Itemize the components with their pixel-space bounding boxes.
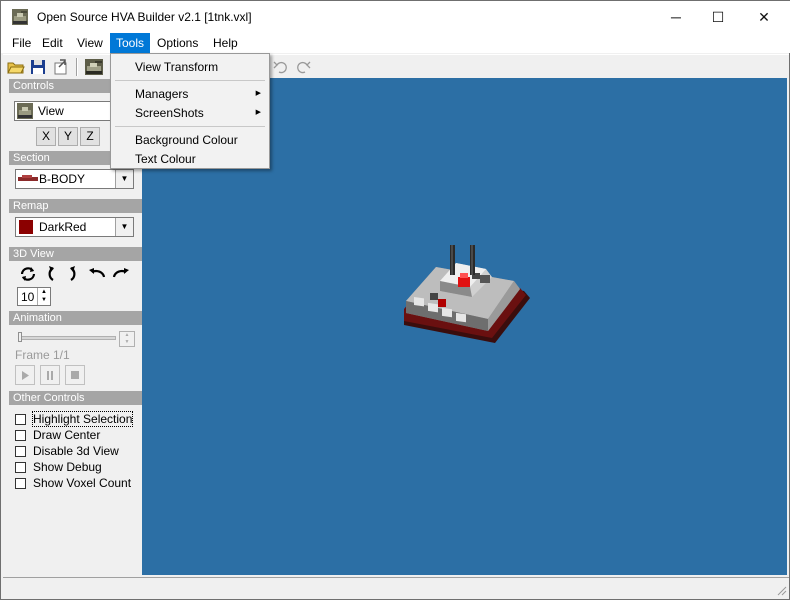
app-icon bbox=[12, 9, 28, 25]
section-value: B-BODY bbox=[39, 172, 86, 186]
show-voxel-count-label[interactable]: Show Voxel Count bbox=[33, 476, 131, 490]
tank-icon[interactable] bbox=[84, 57, 104, 77]
menu-separator bbox=[115, 80, 265, 81]
tank-model bbox=[404, 245, 530, 343]
chevron-down-icon[interactable]: ▼ bbox=[115, 170, 133, 188]
draw-center-checkbox[interactable] bbox=[15, 430, 26, 441]
other-controls-header: Other Controls bbox=[9, 391, 145, 405]
menu-options[interactable]: Options bbox=[151, 33, 204, 53]
spinner-up-icon[interactable]: ▲ bbox=[37, 288, 50, 296]
animation-slider-track[interactable] bbox=[18, 336, 116, 340]
minimize-button[interactable]: ─ bbox=[653, 1, 699, 33]
pause-icon bbox=[47, 370, 53, 380]
animation-header: Animation bbox=[9, 311, 145, 325]
pause-button[interactable] bbox=[40, 365, 60, 385]
tank-icon bbox=[17, 103, 33, 119]
rotate-left-icon[interactable] bbox=[44, 265, 58, 283]
disable-3d-view-label[interactable]: Disable 3d View bbox=[33, 444, 119, 458]
view-value: View bbox=[38, 104, 64, 118]
rotate-spin-icon[interactable] bbox=[18, 265, 38, 283]
app-window: Open Source HVA Builder v2.1 [1tnk.vxl] … bbox=[0, 0, 791, 600]
frame-spinner[interactable]: ▲ ▼ bbox=[119, 331, 135, 347]
undo-icon[interactable] bbox=[271, 57, 291, 77]
save-icon[interactable] bbox=[28, 57, 48, 77]
menu-item-view-transform[interactable]: View Transform bbox=[135, 60, 218, 74]
menu-item-text-colour[interactable]: Text Colour bbox=[135, 152, 196, 166]
3d-view-header: 3D View bbox=[9, 247, 145, 261]
spinner-down-icon[interactable]: ▼ bbox=[37, 296, 50, 305]
stop-icon bbox=[71, 371, 79, 379]
minimize-icon: ─ bbox=[671, 9, 681, 25]
tools-dropdown-menu: View Transform Managers ▶ ScreenShots ▶ … bbox=[110, 53, 270, 169]
menu-file[interactable]: File bbox=[6, 33, 37, 53]
z-axis-button[interactable]: Z bbox=[80, 127, 100, 146]
redo-icon[interactable] bbox=[293, 57, 313, 77]
tank-body-icon bbox=[18, 175, 38, 181]
rotate-up-icon[interactable] bbox=[88, 267, 106, 281]
menu-item-background-colour[interactable]: Background Colour bbox=[135, 133, 238, 147]
menu-item-screenshots[interactable]: ScreenShots bbox=[135, 106, 204, 120]
x-axis-button[interactable]: X bbox=[36, 127, 56, 146]
status-bar bbox=[3, 577, 789, 598]
menu-view[interactable]: View bbox=[71, 33, 109, 53]
rotation-step-value: 10 bbox=[21, 290, 35, 304]
menu-edit[interactable]: Edit bbox=[36, 33, 69, 53]
window-title: Open Source HVA Builder v2.1 [1tnk.vxl] bbox=[37, 10, 252, 24]
submenu-arrow-icon: ▶ bbox=[255, 109, 261, 116]
highlight-selection-label[interactable]: Highlight Selection bbox=[31, 411, 134, 427]
play-button[interactable] bbox=[15, 365, 35, 385]
close-icon: ✕ bbox=[758, 8, 770, 25]
toolbar-separator bbox=[76, 58, 78, 76]
highlight-selection-checkbox[interactable] bbox=[15, 414, 26, 425]
remap-header: Remap bbox=[9, 199, 145, 213]
close-button[interactable]: ✕ bbox=[741, 1, 787, 33]
menu-separator bbox=[115, 126, 265, 127]
remap-selector[interactable]: DarkRed ▼ bbox=[15, 217, 134, 237]
y-axis-button[interactable]: Y bbox=[58, 127, 78, 146]
export-icon[interactable] bbox=[51, 57, 71, 77]
menu-help[interactable]: Help bbox=[207, 33, 244, 53]
show-voxel-count-checkbox[interactable] bbox=[15, 478, 26, 489]
remap-value: DarkRed bbox=[39, 220, 87, 234]
submenu-arrow-icon: ▶ bbox=[255, 90, 261, 97]
menu-bar: File Edit View Tools Options Help bbox=[1, 33, 791, 53]
disable-3d-view-checkbox[interactable] bbox=[15, 446, 26, 457]
stop-button[interactable] bbox=[65, 365, 85, 385]
animation-slider-thumb[interactable] bbox=[18, 332, 22, 342]
show-debug-label[interactable]: Show Debug bbox=[33, 460, 102, 474]
chevron-down-icon[interactable]: ▼ bbox=[115, 218, 133, 236]
resize-grip-icon[interactable] bbox=[775, 584, 787, 596]
section-selector[interactable]: B-BODY ▼ bbox=[15, 169, 134, 189]
rotate-right-icon[interactable] bbox=[66, 265, 80, 283]
rotate-down-icon[interactable] bbox=[112, 267, 130, 281]
title-bar: Open Source HVA Builder v2.1 [1tnk.vxl] … bbox=[1, 1, 791, 33]
remap-color-swatch bbox=[19, 220, 33, 234]
maximize-icon: ☐ bbox=[711, 8, 725, 25]
menu-tools[interactable]: Tools bbox=[110, 33, 151, 53]
show-debug-checkbox[interactable] bbox=[15, 462, 26, 473]
view-selector[interactable]: View bbox=[14, 101, 114, 121]
open-folder-icon[interactable] bbox=[6, 57, 26, 77]
rotation-step-spinner[interactable]: 10 ▲ ▼ bbox=[17, 287, 51, 306]
frame-label: Frame 1/1 bbox=[15, 348, 70, 362]
menu-item-managers[interactable]: Managers bbox=[135, 87, 188, 101]
maximize-button[interactable]: ☐ bbox=[695, 1, 741, 33]
play-icon bbox=[22, 370, 29, 380]
draw-center-label[interactable]: Draw Center bbox=[33, 428, 100, 442]
